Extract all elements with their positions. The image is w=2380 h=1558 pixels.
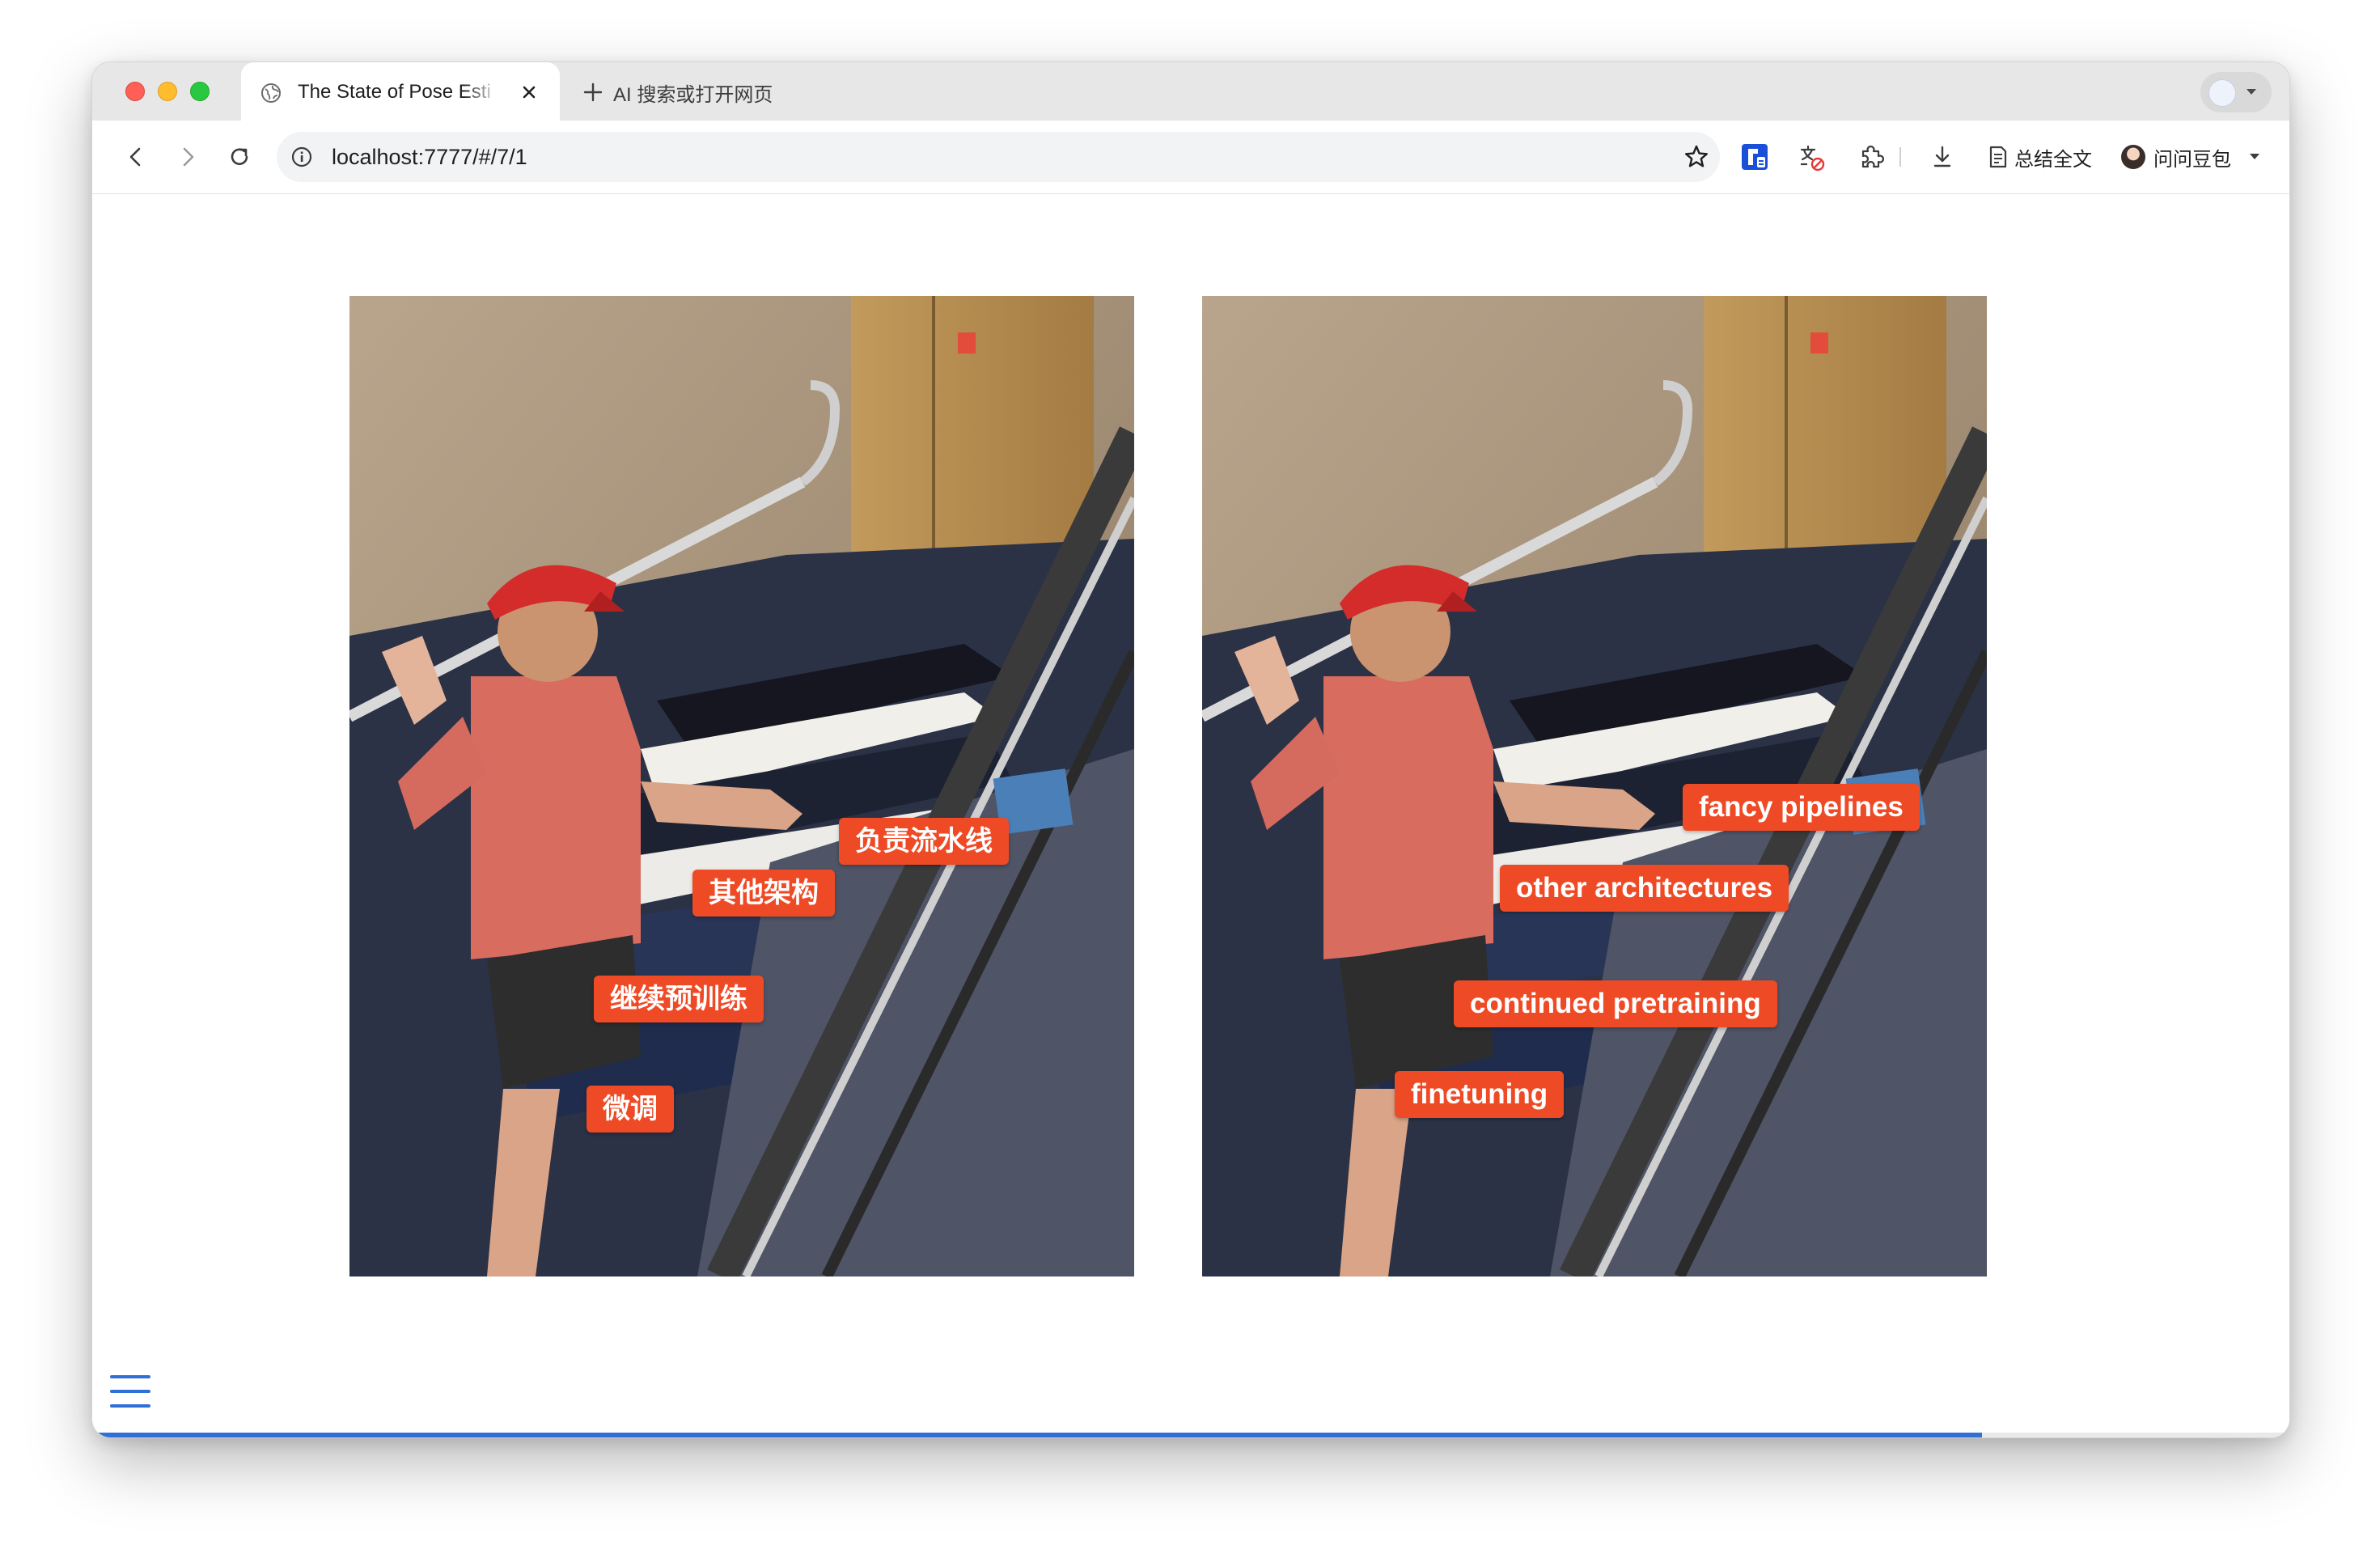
plus-icon (583, 83, 603, 102)
chevron-down-icon (2247, 89, 2256, 95)
label-other-architectures: other architectures (1500, 865, 1789, 912)
stairs-photo-scene (349, 296, 1134, 1276)
label-continued-pretraining-zh: 继续预训练 (594, 976, 764, 1022)
summarize-label: 总结全文 (2014, 148, 2092, 171)
close-window-button[interactable] (125, 82, 145, 101)
browser-window: The State of Pose Esti AI 搜索或打开网页 localh… (91, 61, 2290, 1438)
toolbar-divider (1899, 147, 1901, 167)
url-text: localhost:7777/#/7/1 (332, 145, 527, 169)
slide-progress-bar (92, 1433, 2289, 1437)
download-icon[interactable] (1927, 142, 1958, 172)
label-continued-pretraining: continued pretraining (1454, 980, 1777, 1027)
site-info-icon[interactable] (290, 145, 314, 169)
bookmark-star-icon[interactable] (1683, 143, 1710, 171)
new-tab-label: AI 搜索或打开网页 (613, 83, 773, 106)
reload-icon[interactable] (225, 142, 254, 171)
back-icon[interactable] (121, 142, 150, 171)
maximize-window-button[interactable] (190, 82, 210, 101)
label-other-architectures-zh: 其他架构 (692, 870, 835, 917)
hamburger-menu-icon[interactable] (110, 1374, 150, 1409)
forward-icon[interactable] (173, 142, 202, 171)
tab-title: The State of Pose Esti (298, 81, 491, 103)
stairs-photo-english: fancy pipelines other architectures cont… (1202, 296, 1987, 1276)
profile-avatar-icon (2208, 79, 2236, 107)
stairs-photo-chinese: 负责流水线 其他架构 继续预训练 微调 (349, 296, 1134, 1276)
slide-progress-fill (92, 1433, 1982, 1437)
extension-translate-icon[interactable] (1739, 142, 1770, 172)
translate-disabled-icon[interactable] (1796, 142, 1827, 172)
close-tab-icon[interactable] (519, 83, 539, 102)
ask-doubao-label: 问问豆包 (2153, 148, 2231, 171)
slide-page: 负责流水线 其他架构 继续预训练 微调 fancy pipelines othe… (92, 194, 2289, 1437)
label-finetuning-zh: 微调 (587, 1086, 674, 1133)
new-tab-button[interactable]: AI 搜索或打开网页 (582, 78, 773, 106)
summarize-page-button[interactable]: 总结全文 (1987, 140, 2092, 174)
active-tab[interactable]: The State of Pose Esti (241, 62, 560, 121)
extensions-puzzle-icon[interactable] (1856, 142, 1887, 172)
minimize-window-button[interactable] (158, 82, 177, 101)
profile-button[interactable] (2200, 72, 2272, 112)
browser-toolbar: localhost:7777/#/7/1 总结全文 问问豆包 (92, 121, 2289, 194)
globe-icon (261, 83, 281, 103)
tab-strip: The State of Pose Esti AI 搜索或打开网页 (92, 62, 2289, 121)
chevron-down-icon[interactable] (2249, 153, 2260, 161)
document-summary-icon (1989, 146, 2007, 168)
doubao-avatar-icon (2121, 145, 2145, 169)
address-bar[interactable]: localhost:7777/#/7/1 (277, 132, 1720, 182)
label-fancy-pipelines: fancy pipelines (1683, 784, 1920, 831)
label-fancy-pipelines-zh: 负责流水线 (839, 818, 1009, 865)
ask-doubao-button[interactable]: 问问豆包 (2121, 140, 2260, 174)
label-finetuning: finetuning (1395, 1071, 1565, 1118)
